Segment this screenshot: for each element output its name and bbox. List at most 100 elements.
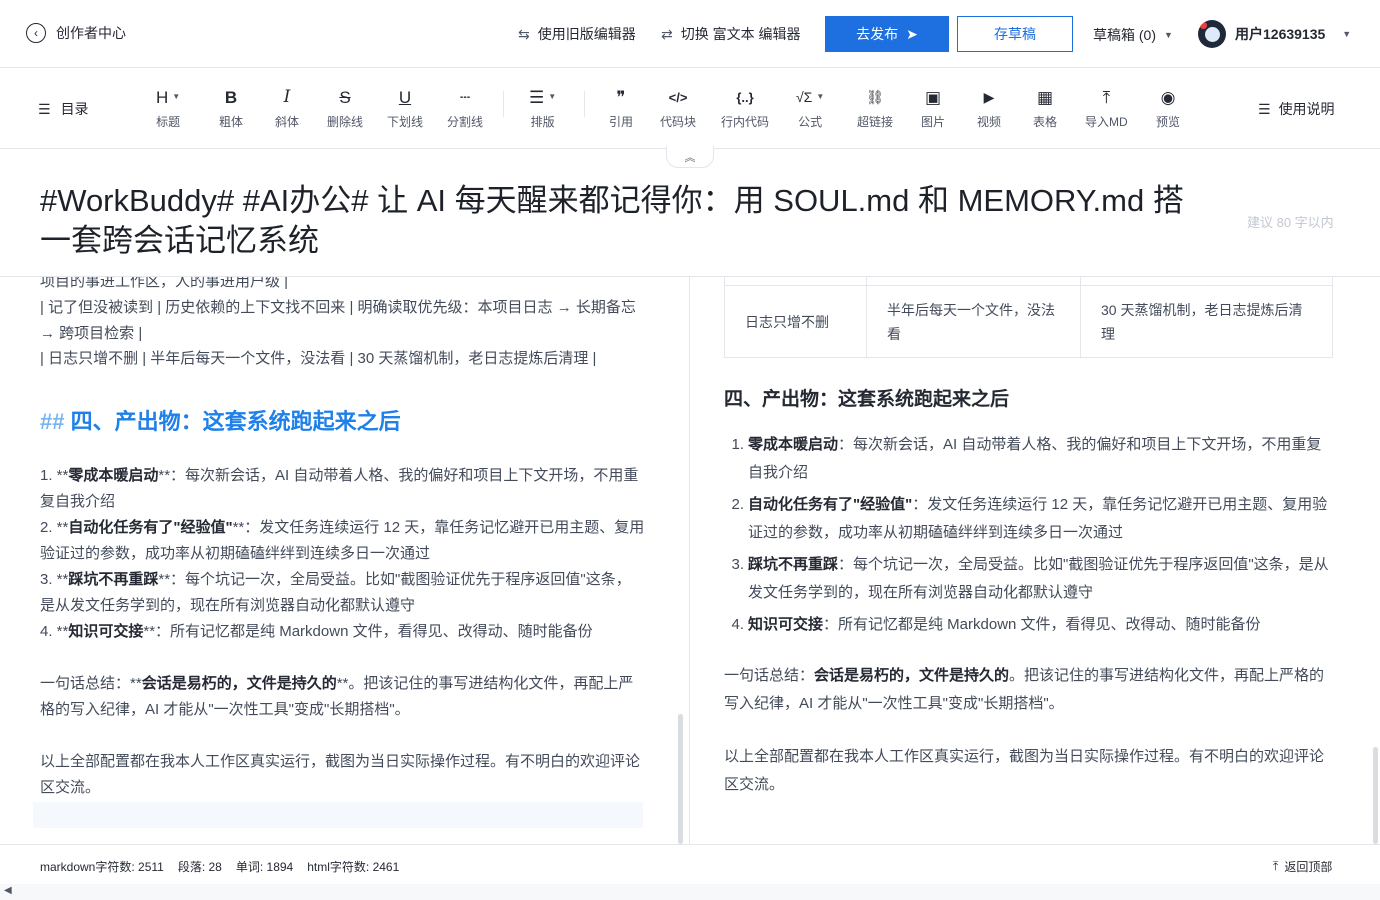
table-cell: 30 天蒸馏机制，老日志提炼后清理 bbox=[1080, 285, 1333, 358]
toolbar-separator bbox=[503, 91, 504, 117]
drafts-label: 草稿箱 (0) bbox=[1093, 27, 1156, 43]
scroll-left-icon[interactable]: ◀ bbox=[4, 885, 12, 896]
caret-down-icon: ▼ bbox=[1164, 30, 1173, 40]
switch-icon: ⇄ bbox=[661, 25, 673, 42]
status-bar: markdown字符数: 2511 段落: 28 单词: 1894 html字符… bbox=[0, 844, 1380, 884]
align-icon: ☰ bbox=[529, 87, 545, 107]
switch-editor-label: 切换 富文本 编辑器 bbox=[680, 26, 801, 42]
tool-bold[interactable]: B 粗体 bbox=[219, 87, 243, 130]
help-link[interactable]: ☰ 使用说明 bbox=[1258, 99, 1335, 119]
md-table-row: | 日志只增不删 | 半年后每天一个文件，没法看 | 30 天蒸馏机制，老日志提… bbox=[40, 350, 597, 367]
top-header: ‹ 创作者中心 ⇆ 使用旧版编辑器 ⇄ 切换 富文本 编辑器 去发布 ➤ 存草稿… bbox=[0, 0, 1380, 68]
toc-toggle[interactable]: ☰ 目录 bbox=[38, 99, 89, 119]
md-table-row: | 记了但没被读到 | 历史依赖的上下文找不回来 | 明确读取优先级：本项目日志… bbox=[40, 299, 636, 342]
list-item: 4. 知识可交接：所有记忆都是纯 Markdown 文件，看得见、改得动、随时能备… bbox=[731, 616, 1261, 633]
md-list-item: 4. **知识可交接**：所有记忆都是纯 Markdown 文件，看得见、改得动… bbox=[40, 623, 593, 640]
avatar bbox=[1198, 20, 1226, 48]
publish-button[interactable]: 去发布 ➤ bbox=[825, 16, 949, 52]
md-heading: ## 四、产出物：这套系统跑起来之后 bbox=[40, 404, 401, 436]
tool-label: 标题 bbox=[156, 115, 181, 129]
list-item: 3. 踩坑不再重踩：每个坑记一次，全局受益。比如"截图验证优先于程序返回值"这条，… bbox=[731, 556, 1329, 601]
tool-import-md[interactable]: ⤒ 导入MD bbox=[1085, 87, 1128, 130]
markdown-char-count: markdown字符数: 2511 bbox=[40, 860, 164, 874]
image-icon: ▣ bbox=[924, 87, 942, 107]
preview-scrollbar[interactable] bbox=[1373, 747, 1378, 844]
md-line: 项目的事进工作区，人的事进用户级 | bbox=[40, 277, 289, 290]
tool-label: 斜体 bbox=[275, 115, 300, 129]
tool-inline-code[interactable]: {..} 行内代码 bbox=[721, 87, 769, 130]
md-closing: 以上全部配置都在我本人工作区真实运行，截图为当日实际操作过程。有不明白的欢迎评论… bbox=[40, 753, 641, 796]
horizontal-scrollbar[interactable]: ◀ bbox=[0, 884, 1380, 900]
inline-code-icon: {..} bbox=[736, 89, 754, 105]
tool-formula[interactable]: √Σ ▼ 公式 bbox=[796, 87, 824, 130]
back-to-top-label: 返回顶部 bbox=[1284, 860, 1333, 874]
save-draft-button[interactable]: 存草稿 bbox=[957, 16, 1073, 52]
tool-heading[interactable]: H ▼ 标题 bbox=[156, 87, 180, 130]
notification-dot bbox=[1200, 22, 1207, 29]
tool-label: 代码块 bbox=[660, 115, 697, 129]
tool-label: 视频 bbox=[977, 115, 1002, 129]
switch-editor-link[interactable]: ⇄ 切换 富文本 编辑器 bbox=[661, 24, 801, 44]
word-count: 单词: 1894 bbox=[235, 860, 294, 874]
tool-italic[interactable]: I 斜体 bbox=[275, 87, 299, 130]
strikethrough-icon: S bbox=[339, 87, 351, 107]
active-line bbox=[33, 802, 643, 828]
link-icon: ⛓ bbox=[866, 89, 884, 105]
quote-icon: ❞ bbox=[616, 87, 626, 107]
video-icon: ▶ bbox=[983, 89, 995, 105]
tool-video[interactable]: ▶ 视频 bbox=[977, 87, 1001, 130]
tool-label: 粗体 bbox=[219, 115, 244, 129]
tool-quote[interactable]: ❞ 引用 bbox=[609, 87, 633, 130]
preview-summary: 一句话总结：会话是易朽的，文件是持久的。把该记住的事写进结构化文件，再配上严格的… bbox=[724, 667, 1325, 712]
bold-icon: B bbox=[224, 87, 238, 107]
tool-label: 下划线 bbox=[387, 115, 424, 129]
toc-label: 目录 bbox=[60, 101, 89, 117]
tool-label: 行内代码 bbox=[721, 115, 770, 129]
tool-underline[interactable]: U 下划线 bbox=[387, 87, 423, 130]
paragraph-count: 段落: 28 bbox=[177, 860, 222, 874]
publish-label: 去发布 bbox=[856, 26, 899, 42]
heading-icon: H bbox=[156, 87, 169, 107]
md-list-item: 2. **自动化任务有了"经验值"**：发文任务连续运行 12 天，靠任务记忆避… bbox=[40, 519, 645, 562]
tool-label: 导入MD bbox=[1085, 115, 1128, 129]
tool-label: 预览 bbox=[1156, 115, 1181, 129]
user-menu[interactable]: 用户12639135 ▼ bbox=[1198, 20, 1351, 48]
swap-icon: ⇆ bbox=[518, 25, 530, 42]
caret-down-icon: ▼ bbox=[816, 92, 825, 101]
collapse-toggle[interactable]: ︽ bbox=[666, 146, 714, 168]
table-row: 日志只增不删 半年后每天一个文件，没法看 30 天蒸馏机制，老日志提炼后清理 bbox=[724, 285, 1333, 358]
list-item: 2. 自动化任务有了"经验值"：发文任务连续运行 12 天，靠任务记忆避开已用主题… bbox=[731, 496, 1328, 541]
tool-layout[interactable]: ☰ ▼ 排版 bbox=[529, 87, 556, 130]
tool-preview[interactable]: ◉ 预览 bbox=[1156, 87, 1180, 130]
eye-icon: ◉ bbox=[1160, 87, 1176, 107]
tool-code-block[interactable]: </> 代码块 bbox=[660, 87, 696, 130]
divider-icon: ┄ bbox=[459, 87, 471, 107]
md-list-item: 3. **踩坑不再重踩**：每个坑记一次，全局受益。比如"截图验证优先于程序返回… bbox=[40, 571, 631, 614]
tool-link[interactable]: ⛓ 超链接 bbox=[857, 87, 893, 130]
tool-strikethrough[interactable]: S 删除线 bbox=[327, 87, 363, 130]
preview-pane: 日志只增不删 半年后每天一个文件，没法看 30 天蒸馏机制，老日志提炼后清理 四… bbox=[691, 277, 1380, 844]
editor-scrollbar[interactable] bbox=[678, 714, 683, 844]
tool-table[interactable]: ▦ 表格 bbox=[1033, 87, 1057, 130]
md-heading-mark: ## bbox=[40, 409, 65, 434]
tool-divider[interactable]: ┄ 分割线 bbox=[447, 87, 483, 130]
old-editor-link[interactable]: ⇆ 使用旧版编辑器 bbox=[518, 24, 636, 44]
caret-down-icon: ▼ bbox=[172, 92, 181, 101]
preview-list: 1. 零成本暖启动：每次新会话，AI 自动带着人格、我的偏好和项目上下文开场，不用… bbox=[724, 431, 1334, 643]
drafts-dropdown[interactable]: 草稿箱 (0) ▼ bbox=[1093, 25, 1173, 45]
back-to-top-button[interactable]: ⤒ 返回顶部 bbox=[1273, 858, 1332, 875]
tool-image[interactable]: ▣ 图片 bbox=[921, 87, 945, 130]
list-item: 1. 零成本暖启动：每次新会话，AI 自动带着人格、我的偏好和项目上下文开场，不用… bbox=[731, 436, 1322, 481]
markdown-editor[interactable]: 项目的事进工作区，人的事进用户级 | | 记了但没被读到 | 历史依赖的上下文找… bbox=[0, 277, 690, 844]
back-to-creator-center[interactable]: ‹ 创作者中心 bbox=[26, 23, 126, 43]
title-length-hint: 建议 80 字以内 bbox=[1247, 215, 1334, 230]
upload-icon: ⤒ bbox=[1102, 87, 1111, 107]
caret-down-icon: ▼ bbox=[1342, 29, 1352, 39]
underline-icon: U bbox=[398, 87, 412, 107]
tool-label: 图片 bbox=[921, 115, 946, 129]
tool-label: 引用 bbox=[609, 115, 634, 129]
tool-label: 排版 bbox=[530, 115, 555, 129]
article-title-input[interactable]: #WorkBuddy# #AI办公# 让 AI 每天醒来都记得你：用 SOUL.… bbox=[40, 181, 1210, 261]
arrow-up-icon: ⤒ bbox=[1273, 859, 1279, 873]
tool-label: 删除线 bbox=[327, 115, 364, 129]
